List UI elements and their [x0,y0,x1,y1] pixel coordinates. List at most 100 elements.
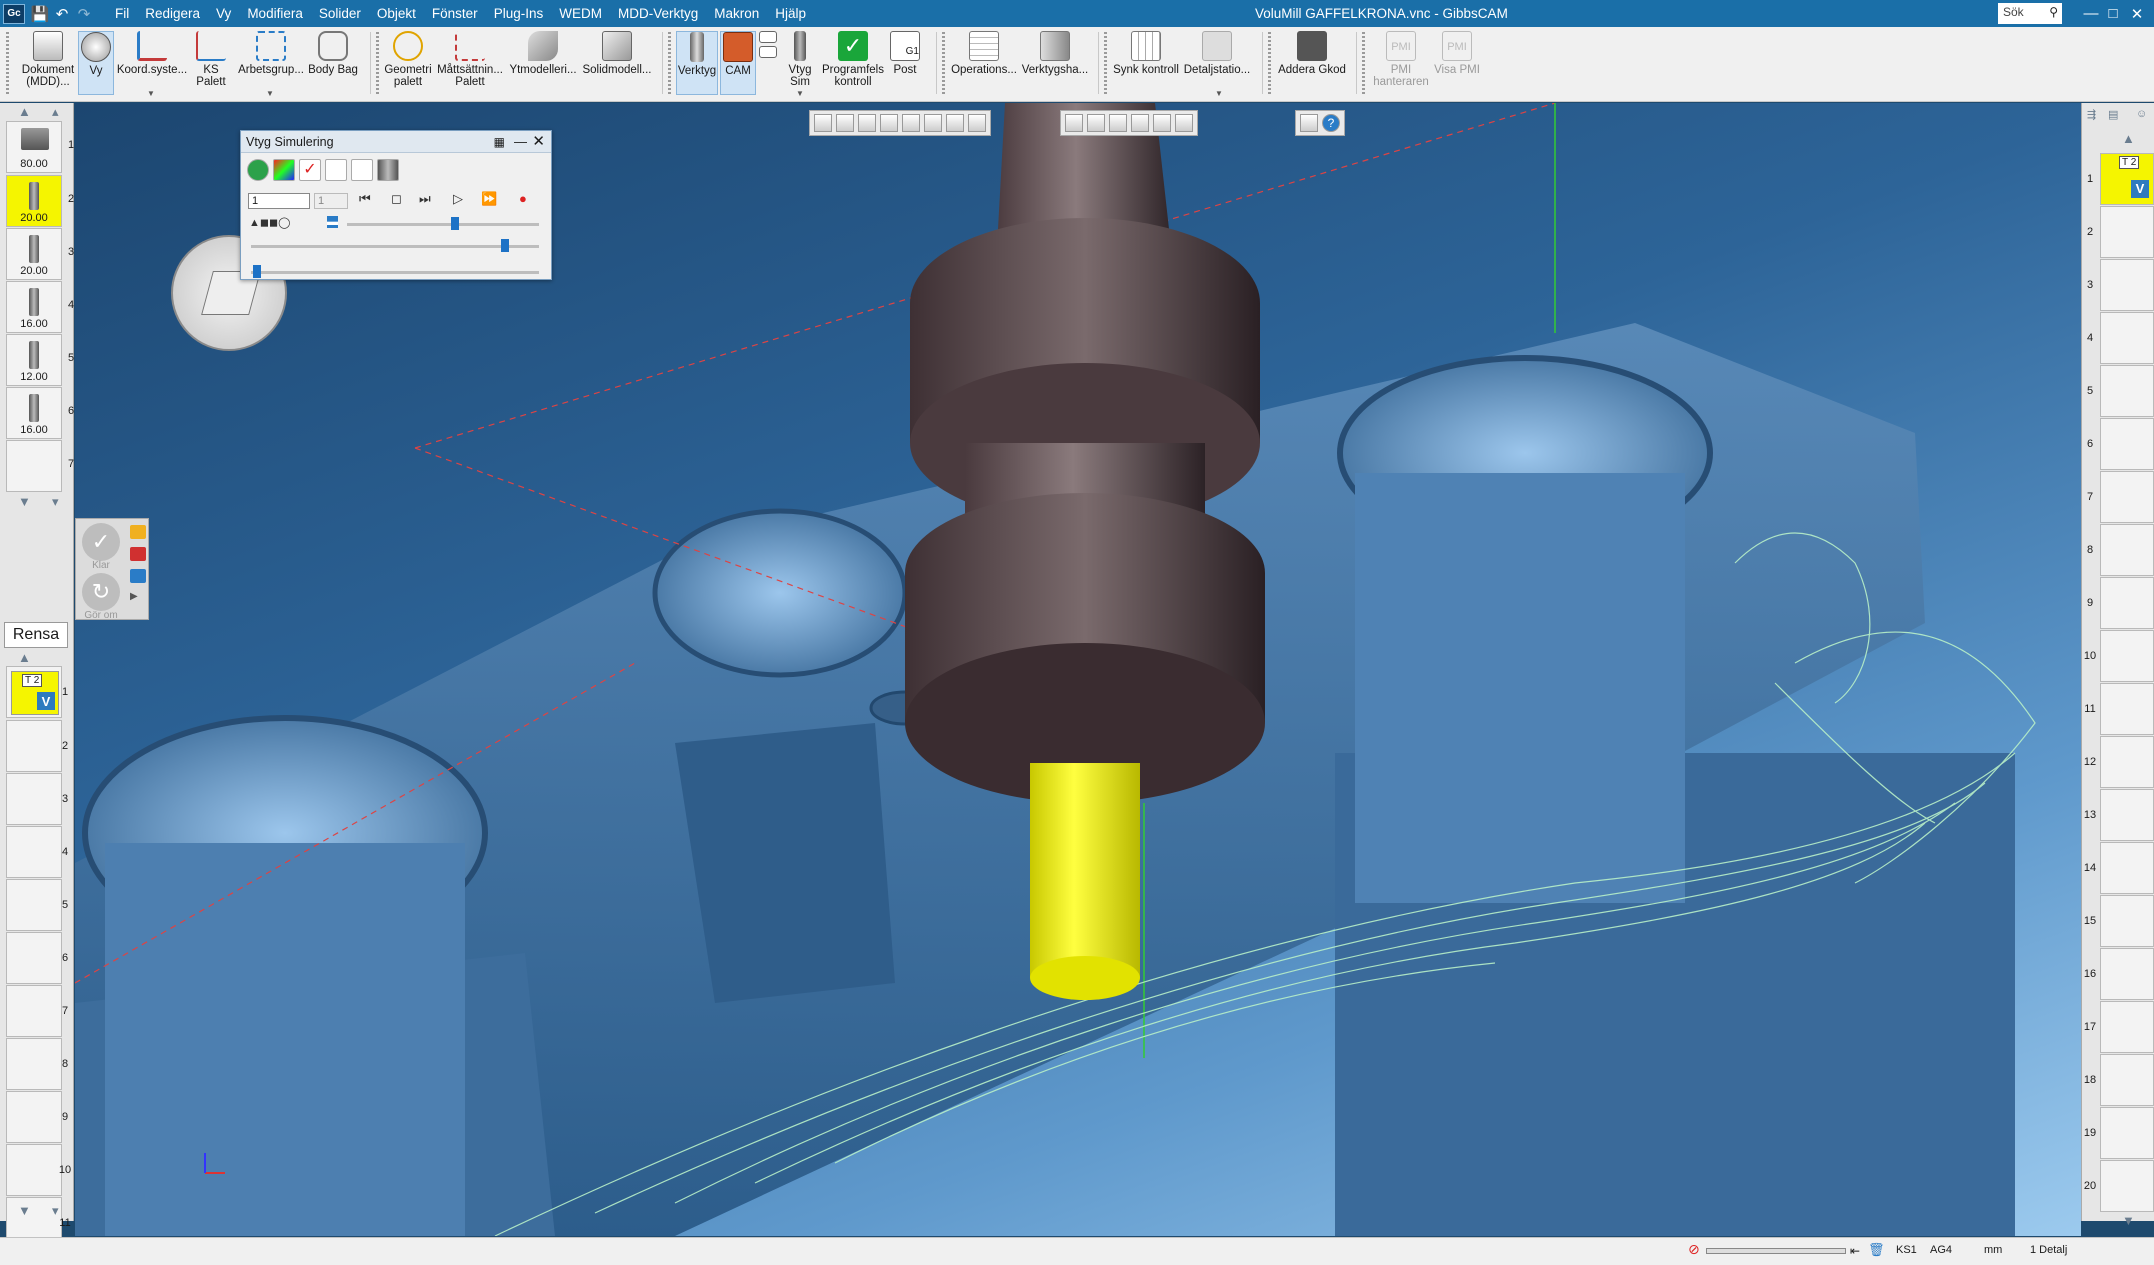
vy-button[interactable]: Vy [78,31,114,95]
operations-button[interactable]: Operations... [950,31,1018,95]
play-icon[interactable]: ▷ [453,191,463,207]
right-operation-item-17[interactable] [2100,1001,2154,1053]
sim-home-icon[interactable] [247,159,269,181]
post-button[interactable]: G1 Post [888,31,922,95]
stop-icon[interactable]: ◻ [391,191,402,207]
menu-vy[interactable]: Vy [208,0,239,27]
tool-item-5[interactable]: 12.00 [6,334,62,386]
vtyg-sim-button[interactable]: Vtyg Sim [782,31,818,95]
arbetsgrupp-button[interactable]: Arbetsgrup... [236,31,306,95]
tool-item-2[interactable]: 20.00 [6,175,62,227]
menu-makron[interactable]: Makron [706,0,767,27]
palette-icon[interactable] [1153,114,1171,132]
operation-item-8[interactable] [6,1038,62,1090]
operation-item-9[interactable] [6,1091,62,1143]
operation-item-7[interactable] [6,985,62,1037]
tool-item-3[interactable]: 20.00 [6,228,62,280]
detail-slider-track[interactable] [251,245,539,248]
sim-check-icon[interactable]: ✓ [299,159,321,181]
hidden-line-icon[interactable] [880,114,898,132]
tool-item-1[interactable]: 80.00 [6,121,62,173]
operation-item-6[interactable] [6,932,62,984]
right-operation-item-9[interactable] [2100,577,2154,629]
tool-item-7[interactable] [6,440,62,492]
gor-om-button[interactable]: ↻ [82,573,120,611]
folder-icon[interactable] [130,525,146,539]
stop-sign-icon[interactable]: ⊘ [1688,1241,1700,1258]
dialog-minimize-icon[interactable]: — [514,131,527,153]
right-operation-item-2[interactable] [2100,206,2154,258]
koord-button[interactable]: Koord.syste... [116,31,188,95]
addera-gkod-button[interactable]: Addera Gkod [1276,31,1348,95]
operation-step-field[interactable]: 1 [248,193,310,209]
right-operation-item-3[interactable] [2100,259,2154,311]
ribbon-grip[interactable] [1268,32,1271,94]
right-operation-item-11[interactable] [2100,683,2154,735]
synk-kontroll-button[interactable]: Synk kontroll [1110,31,1182,95]
detaljstation-dropdown-icon[interactable]: ▼ [1215,89,1223,98]
cam-side-buttons[interactable] [758,31,778,95]
ribbon-grip[interactable] [376,32,379,94]
right-operation-item-4[interactable] [2100,312,2154,364]
right-operation-item-7[interactable] [2100,471,2154,523]
menu-mdd-verktyg[interactable]: MDD-Verktyg [610,0,706,27]
expand-arrow-icon[interactable]: ▶ [130,591,146,605]
ks-palett-button[interactable]: KS Palett [188,31,234,95]
app-logo[interactable]: Gc [3,3,25,24]
layer-icon[interactable] [1109,114,1127,132]
undo-icon[interactable]: ↶ [51,3,73,25]
rensa-button[interactable]: Rensa [4,622,68,648]
right-operation-item-12[interactable] [2100,736,2154,788]
transparency-icon[interactable] [1131,114,1149,132]
tool-item-6[interactable]: 16.00 [6,387,62,439]
wireframe-icon[interactable] [858,114,876,132]
ytmodellering-button[interactable]: Ytmodelleri... [508,31,578,95]
ops-scroll-down-icon[interactable]: ▼ [2122,1213,2135,1228]
programfels-button[interactable]: ✓ Programfels kontroll [820,31,886,95]
detail-slider-thumb[interactable] [501,239,509,252]
tool-item-4[interactable]: 16.00 [6,281,62,333]
status-ks[interactable]: KS1 [1896,1244,1917,1256]
view-dropdown-icon[interactable] [836,114,854,132]
menu-hjalp[interactable]: Hjälp [767,0,814,27]
dialog-close-icon[interactable]: ✕ [532,131,545,153]
dokument-button[interactable]: Dokument (MDD)... [20,31,76,95]
color-mode-icon[interactable] [924,114,942,132]
ops-scroll-up-icon[interactable]: ▲ [2122,131,2135,146]
fast-forward-icon[interactable]: ⏩ [481,191,497,207]
toolbox-icon[interactable] [130,547,146,561]
menu-modifiera[interactable]: Modifiera [239,0,311,27]
operation-item-4[interactable] [6,826,62,878]
verktygsha-button[interactable]: Verktygsha... [1020,31,1090,95]
menu-solider[interactable]: Solider [311,0,369,27]
ribbon-grip[interactable] [1104,32,1107,94]
status-detail[interactable]: 1 Detalj [2030,1244,2067,1256]
ribbon-grip[interactable] [1362,32,1365,94]
save-icon[interactable]: 💾 [29,3,51,25]
mattsattning-button[interactable]: Måttsättnin... Palett [434,31,506,95]
right-operation-item-20[interactable] [2100,1160,2154,1212]
right-operation-item-8[interactable] [2100,524,2154,576]
operation-step-select[interactable]: 1 [314,193,348,209]
step-icon[interactable]: ⏭ [419,191,431,207]
close-icon[interactable]: ✕ [2122,0,2152,27]
redo-icon[interactable]: ↷ [73,3,95,25]
sim-color-icon[interactable] [273,159,295,181]
cam-button[interactable]: CAM [720,31,756,95]
ops-scroll-up-icon[interactable]: ▲ [18,650,31,665]
fit-view-icon[interactable] [1300,114,1318,132]
rewind-icon[interactable]: ⏮ [359,191,371,207]
speed-slider-thumb[interactable] [451,217,459,230]
sim-tree-icon[interactable] [351,159,373,181]
ops-scroll-down-icon[interactable]: ▼ [18,1203,31,1218]
right-operation-item-13[interactable] [2100,789,2154,841]
klar-button[interactable]: ✓ [82,523,120,561]
ribbon-grip[interactable] [6,32,9,94]
record-icon[interactable]: ● [519,191,527,206]
right-operation-item-14[interactable] [2100,842,2154,894]
menu-objekt[interactable]: Objekt [369,0,424,27]
simulation-dialog-title[interactable]: Vtyg Simulering ▦ — ✕ [241,131,551,153]
menu-fonster[interactable]: Fönster [424,0,486,27]
scroll-up-all-icon[interactable]: ▴ [52,104,59,120]
menu-wedm[interactable]: WEDM [551,0,610,27]
